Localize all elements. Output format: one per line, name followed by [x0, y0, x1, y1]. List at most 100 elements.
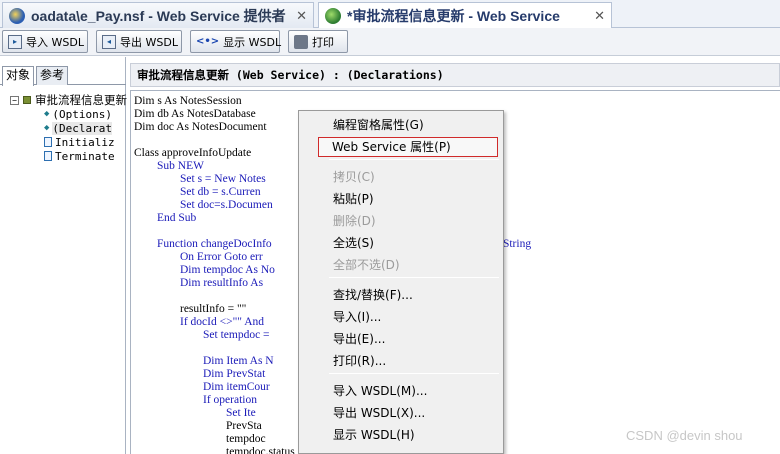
menu-item[interactable]: 打印(R)...	[301, 350, 501, 372]
tree-node-initialize[interactable]: Initializ	[44, 135, 115, 149]
menu-item[interactable]: 编程窗格属性(G)	[301, 114, 501, 136]
diamond-icon: ◆	[44, 109, 50, 119]
menu-item[interactable]: 全选(S)	[301, 232, 501, 254]
code-icon: <•>	[196, 35, 220, 47]
code-text: Dim PrevStat	[134, 368, 266, 380]
code-line: Dim PrevStat	[134, 368, 265, 381]
code-text: Function changeDocInfo	[134, 238, 272, 250]
menu-separator	[329, 277, 499, 278]
code-line: Set db = s.Curren	[134, 186, 261, 199]
code-text: Set db = s.Curren	[134, 186, 261, 198]
code-text: Dim Item As N	[134, 355, 274, 367]
close-icon[interactable]: ✕	[288, 8, 307, 24]
code-line: tempdoc	[134, 433, 266, 446]
code-line: Dim Item As N	[134, 355, 274, 368]
menu-item: 拷贝(C)	[333, 170, 375, 184]
diamond-icon: ◆	[44, 123, 50, 133]
code-line: Dim s As NotesSession	[134, 95, 242, 108]
code-text: Sub NEW	[134, 160, 204, 172]
code-text: Class approveInfoUpdate	[134, 147, 252, 159]
code-text: resultInfo = ""	[134, 303, 247, 315]
code-text: tempdoc	[134, 433, 266, 445]
tree-node-label: (Options)	[52, 107, 113, 121]
menu-item[interactable]: Web Service 属性(P)	[318, 137, 498, 157]
menu-item[interactable]: 导出 WSDL(X)...	[301, 402, 501, 424]
collapse-icon[interactable]: −	[10, 95, 19, 105]
tree-node-label: Initializ	[55, 135, 115, 149]
tab-objects[interactable]: 对象	[2, 66, 35, 86]
code-line: If docId <>"" And	[134, 316, 264, 329]
menu-separator	[329, 159, 499, 160]
watermark: CSDN @devin shou	[626, 428, 743, 443]
menu-item[interactable]: 导入 WSDL(M)...	[301, 380, 501, 402]
menu-separator	[329, 373, 499, 374]
code-text: Set s = New Notes	[134, 173, 266, 185]
code-text: PrevSta	[134, 420, 262, 432]
tree-node-root[interactable]: − 审批流程信息更新	[10, 93, 127, 107]
code-line: On Error Goto err	[134, 251, 263, 264]
tab-label: oadata\e_Pay.nsf - Web Service 提供者	[31, 7, 286, 24]
menu-item: 删除(D)	[333, 214, 376, 228]
event-icon	[44, 151, 52, 161]
tab-approve-info-update[interactable]: *审批流程信息更新 - Web Service ✕	[318, 2, 612, 29]
code-text: If docId <>"" And	[134, 316, 264, 328]
code-line: Set doc=s.Documen	[134, 199, 273, 212]
menu-item[interactable]: 查找/替换(F)...	[301, 284, 501, 306]
code-line: If operation	[134, 394, 257, 407]
code-text: On Error Goto err	[134, 251, 263, 263]
printer-icon	[294, 34, 308, 49]
menu-item[interactable]: 导入(I)...	[301, 306, 501, 328]
menu-item[interactable]: 显示 WSDL(H)	[301, 424, 501, 446]
tree-node-declarations[interactable]: ◆ (Declarat	[44, 121, 113, 135]
editor-title: 审批流程信息更新 (Web Service) : (Declarations)	[130, 63, 780, 87]
code-text: If operation	[134, 394, 257, 406]
document-tab-bar: oadata\e_Pay.nsf - Web Service 提供者 ✕ *审批…	[0, 0, 780, 29]
show-wsdl-button[interactable]: <•> 显示 WSDL	[190, 30, 282, 53]
code-text: Dim db As NotesDatabase	[134, 108, 256, 120]
tree-node-label: Terminate	[55, 149, 115, 163]
toolbar: ▸ 导入 WSDL ◂ 导出 WSDL <•> 显示 WSDL 打印	[0, 28, 780, 56]
export-wsdl-button[interactable]: ◂ 导出 WSDL	[96, 30, 182, 53]
export-wsdl-label: 导出 WSDL	[120, 35, 178, 49]
code-text: Set tempdoc =	[134, 329, 270, 341]
code-text: Dim itemCour	[134, 381, 270, 393]
code-line: Sub NEW	[134, 160, 204, 173]
print-label: 打印	[312, 35, 334, 49]
code-text: End Sub	[134, 212, 197, 224]
context-menu: 编程窗格属性(G) Web Service 属性(P) 拷贝(C) 粘贴(P) 删除(D…	[298, 110, 504, 454]
tree-node-label: (Declarat	[52, 121, 113, 135]
menu-item: 全部不选(D)	[333, 258, 400, 272]
code-line: Dim db As NotesDatabase	[134, 108, 256, 121]
class-icon	[23, 96, 31, 104]
import-wsdl-button[interactable]: ▸ 导入 WSDL	[2, 30, 88, 53]
tree-node-options[interactable]: ◆ (Options)	[44, 107, 112, 121]
import-wsdl-label: 导入 WSDL	[26, 35, 84, 49]
database-icon	[9, 7, 25, 24]
code-line: Class approveInfoUpdate	[134, 147, 251, 160]
menu-item[interactable]: 粘贴(P)	[301, 188, 501, 210]
tab-reference[interactable]: 参考	[36, 66, 69, 85]
code-text: Dim doc As NotesDocument	[134, 121, 267, 133]
tab-label: *审批流程信息更新 - Web Service	[347, 8, 560, 24]
import-icon: ▸	[8, 34, 22, 49]
code-text: Dim resultInfo As	[134, 277, 264, 289]
close-icon[interactable]: ✕	[586, 8, 605, 24]
tree-node-label: 审批流程信息更新	[35, 93, 127, 107]
code-text: Dim tempdoc As No	[134, 264, 275, 276]
print-button[interactable]: 打印	[288, 30, 348, 53]
code-text: Dim s As NotesSession	[134, 95, 242, 107]
code-line: Set s = New Notes	[134, 173, 266, 186]
event-icon	[44, 137, 52, 147]
code-text: Set doc=s.Documen	[134, 199, 273, 211]
web-service-icon	[325, 8, 341, 24]
code-line: End Sub	[134, 212, 196, 225]
code-line: Set tempdoc =	[134, 329, 270, 342]
code-line: Dim resultInfo As	[134, 277, 263, 290]
menu-item[interactable]: 导出(E)...	[301, 328, 501, 350]
export-icon: ◂	[102, 34, 116, 49]
object-browser-panel: 对象 参考 − 审批流程信息更新 ◆ (Options) ◆ (Declarat…	[0, 57, 127, 454]
tab-web-service-provider[interactable]: oadata\e_Pay.nsf - Web Service 提供者 ✕	[2, 2, 314, 28]
code-line: resultInfo = ""	[134, 303, 246, 316]
show-wsdl-label: 显示 WSDL	[223, 35, 282, 49]
tree-node-terminate[interactable]: Terminate	[44, 149, 115, 163]
